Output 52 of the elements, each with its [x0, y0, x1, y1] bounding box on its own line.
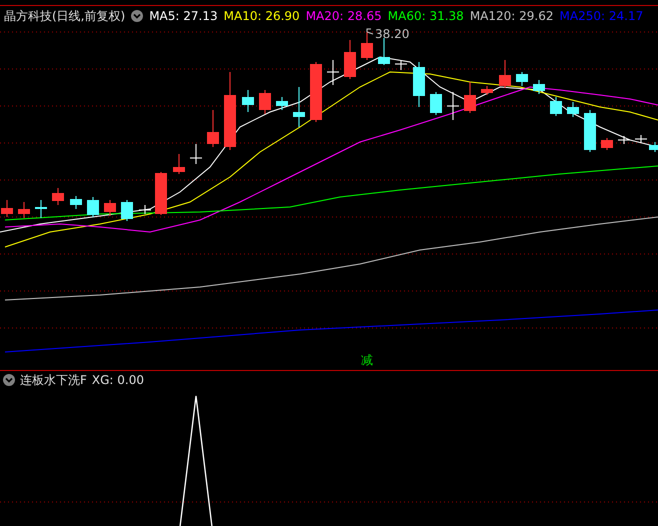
- candlestick: [649, 142, 658, 152]
- candlestick: [18, 202, 30, 218]
- candlestick: [87, 196, 99, 218]
- candlestick: [584, 110, 596, 152]
- candlestick: [138, 204, 152, 214]
- candlestick: [550, 96, 562, 116]
- high-price-label: 38.20: [375, 27, 410, 41]
- candlestick: [516, 72, 528, 86]
- candlestick: [207, 110, 219, 148]
- candlestick: [310, 62, 322, 122]
- moving-average-reading: MA250: 24.17: [560, 9, 644, 23]
- signal-label: 减: [361, 353, 373, 367]
- moving-average-reading: MA60: 31.38: [388, 9, 464, 23]
- candlestick: [190, 144, 202, 164]
- candlestick: [173, 154, 185, 174]
- candlestick: [499, 60, 511, 88]
- indicator-title: 连板水下洗F: [20, 372, 87, 388]
- candlestick: [446, 92, 460, 120]
- chart-title: 晶方科技(日线,前复权): [4, 8, 126, 24]
- candlestick: [35, 200, 47, 218]
- candlestick: [430, 92, 442, 116]
- leader-line: [366, 28, 374, 34]
- candlestick: [276, 96, 288, 110]
- candlestick: [413, 62, 425, 108]
- candlestick: [361, 32, 373, 60]
- candlestick: [242, 90, 254, 112]
- candlestick: [259, 90, 271, 114]
- moving-average-reading: MA20: 28.65: [306, 9, 382, 23]
- candlestick: [601, 138, 613, 150]
- dropdown-icon[interactable]: [3, 374, 15, 386]
- candlestick: [344, 40, 356, 80]
- dropdown-icon[interactable]: [131, 10, 144, 22]
- candlestick: [464, 82, 476, 114]
- candlestick: [293, 86, 305, 128]
- indicator-reading: XG: 0.00: [92, 373, 144, 387]
- moving-average-reading: MA120: 29.62: [470, 9, 554, 23]
- candlestick: [481, 86, 493, 96]
- candlestick: [533, 80, 545, 94]
- candlestick: [121, 200, 133, 222]
- candlestick: [155, 172, 167, 216]
- candlestick: [394, 60, 408, 70]
- candlestick: [378, 38, 390, 66]
- candlestick: [70, 196, 82, 210]
- candlestick: [104, 200, 116, 216]
- candlestick: [326, 60, 340, 86]
- candlestick: [52, 188, 64, 206]
- candlestick: [1, 200, 13, 218]
- candlestick: [567, 102, 579, 118]
- candlestick: [634, 134, 648, 144]
- moving-average-reading: MA10: 26.90: [224, 9, 300, 23]
- candlestick: [618, 136, 630, 144]
- moving-average-reading: MA5: 27.13: [149, 9, 218, 23]
